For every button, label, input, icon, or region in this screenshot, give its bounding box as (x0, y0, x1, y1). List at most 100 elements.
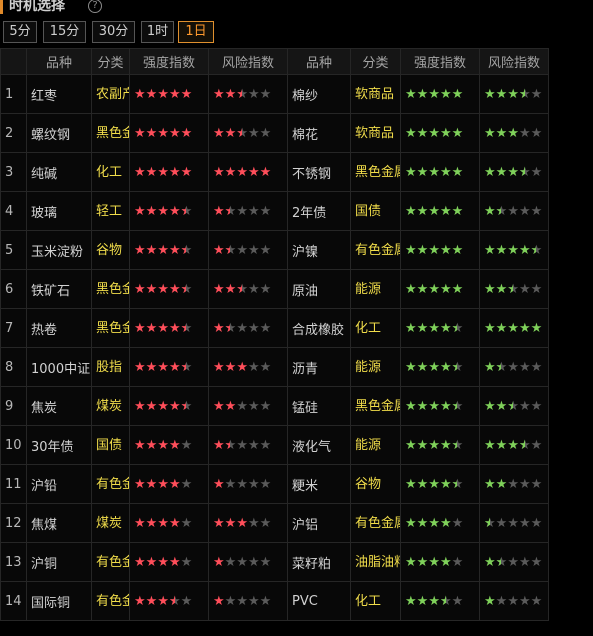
star-empty-icon: ★ (507, 515, 519, 531)
star-empty-icon: ★ (507, 593, 519, 609)
strength-rating: ★★★★★★ (129, 347, 209, 387)
risk-rating: ★★★★★★ (208, 113, 288, 153)
star-full-icon: ★ (168, 398, 181, 414)
star-full-icon: ★ (168, 125, 181, 141)
table-row[interactable]: 3纯碱化工★★★★★★★★★★不锈钢黑色金属★★★★★★★★★★★ (0, 152, 549, 192)
strength-rating: ★★★★★ (129, 425, 209, 465)
star-full-icon: ★ (428, 242, 440, 258)
strength-rating: ★★★★★★ (129, 308, 209, 348)
tab-1day[interactable]: 1日 (178, 21, 214, 43)
star-full-icon: ★ (213, 359, 225, 375)
table-row[interactable]: 6铁矿石黑色金属★★★★★★★★★★★★原油能源★★★★★★★★★★★ (0, 269, 549, 309)
help-icon[interactable]: ? (88, 0, 102, 13)
star-full-icon: ★ (495, 86, 508, 102)
star-empty-icon: ★ (247, 359, 260, 375)
star-empty-icon: ★ (247, 593, 260, 609)
star-full-icon: ★ (507, 86, 519, 102)
star-full-icon: ★ (416, 281, 429, 297)
col-category-left[interactable]: 分类 (91, 48, 130, 75)
star-full-icon: ★ (428, 86, 440, 102)
col-index (0, 48, 27, 75)
category-label: 油脂油料 (350, 542, 401, 582)
star-empty-icon: ★ (259, 398, 272, 414)
col-risk-left[interactable]: 风险指数 (208, 48, 288, 75)
star-full-icon: ★ (428, 554, 440, 570)
star-full-icon: ★ (157, 203, 169, 219)
star-empty-icon: ★ (451, 554, 464, 570)
star-full-icon: ★ (134, 398, 146, 414)
table-row[interactable]: 5玉米淀粉谷物★★★★★★★★★★★★沪镍有色金属★★★★★★★★★★★ (0, 230, 549, 270)
table-row[interactable]: 4玻璃轻工★★★★★★★★★★★★2年债国债★★★★★★★★★★★ (0, 191, 549, 231)
col-strength-right[interactable]: 强度指数 (400, 48, 480, 75)
row-index: 2 (0, 113, 27, 153)
category-label: 软商品 (350, 113, 401, 153)
risk-rating: ★★★★★★ (208, 74, 288, 114)
star-full-icon: ★ (416, 398, 429, 414)
star-half-icon: ★★ (180, 242, 193, 258)
star-empty-icon: ★ (518, 476, 531, 492)
category-label: 轻工 (91, 191, 130, 231)
star-empty-icon: ★ (495, 515, 508, 531)
strength-rating: ★★★★★★ (400, 464, 480, 504)
star-full-icon: ★ (213, 554, 225, 570)
tab-15min[interactable]: 15分 (43, 21, 86, 43)
col-variety-left[interactable]: 品种 (26, 48, 92, 75)
table-row[interactable]: 7热卷黑色金属★★★★★★★★★★★★合成橡胶化工★★★★★★★★★★★ (0, 308, 549, 348)
strength-rating: ★★★★★ (129, 74, 209, 114)
variety-name: 不锈钢 (287, 152, 351, 192)
category-label: 化工 (91, 152, 130, 192)
star-full-icon: ★ (224, 359, 237, 375)
col-strength-left[interactable]: 强度指数 (129, 48, 209, 75)
star-full-icon: ★ (145, 437, 158, 453)
star-full-icon: ★ (484, 242, 496, 258)
risk-rating: ★★★★★★ (479, 386, 549, 426)
star-full-icon: ★ (416, 125, 429, 141)
star-full-icon: ★ (157, 359, 169, 375)
strength-rating: ★★★★★★ (400, 425, 480, 465)
tab-5min[interactable]: 5分 (3, 21, 37, 43)
category-label: 黑色金属 (350, 386, 401, 426)
star-empty-icon: ★ (236, 398, 248, 414)
table-row[interactable]: 1红枣农副产品★★★★★★★★★★★棉纱软商品★★★★★★★★★★★ (0, 74, 549, 114)
star-full-icon: ★ (405, 164, 417, 180)
risk-rating: ★★★★★★ (208, 308, 288, 348)
table-row[interactable]: 14国际铜有色金属★★★★★★★★★★★PVC化工★★★★★★★★★★★ (0, 581, 549, 621)
star-full-icon: ★ (439, 125, 452, 141)
star-full-icon: ★ (157, 398, 169, 414)
star-half-icon: ★★ (507, 398, 519, 414)
star-half-icon: ★★ (236, 125, 248, 141)
col-variety-right[interactable]: 品种 (287, 48, 351, 75)
star-full-icon: ★ (416, 554, 429, 570)
col-risk-right[interactable]: 风险指数 (479, 48, 549, 75)
strength-rating: ★★★★★ (129, 152, 209, 192)
star-empty-icon: ★ (518, 515, 531, 531)
tab-1hour[interactable]: 1时 (141, 21, 174, 43)
table-row[interactable]: 81000中证股指★★★★★★★★★★★沥青能源★★★★★★★★★★★★ (0, 347, 549, 387)
strength-rating: ★★★★★ (129, 464, 209, 504)
star-full-icon: ★ (134, 320, 146, 336)
star-full-icon: ★ (157, 593, 169, 609)
star-full-icon: ★ (451, 164, 464, 180)
table-row[interactable]: 13沪铜有色金属★★★★★★★★★★菜籽粕油脂油料★★★★★★★★★★★ (0, 542, 549, 582)
star-full-icon: ★ (180, 164, 193, 180)
star-empty-icon: ★ (259, 125, 272, 141)
star-empty-icon: ★ (518, 554, 531, 570)
section-title: 时机选择 (9, 0, 65, 14)
table-row[interactable]: 2螺纹钢黑色金属★★★★★★★★★★★棉花软商品★★★★★★★★★★ (0, 113, 549, 153)
star-empty-icon: ★ (259, 281, 272, 297)
star-full-icon: ★ (213, 476, 225, 492)
star-full-icon: ★ (213, 593, 225, 609)
star-empty-icon: ★ (236, 203, 248, 219)
col-category-right[interactable]: 分类 (350, 48, 401, 75)
table-header-row: 品种 分类 强度指数 风险指数 品种 分类 强度指数 风险指数 (0, 48, 549, 75)
star-full-icon: ★ (428, 593, 440, 609)
table-row[interactable]: 1030年债国债★★★★★★★★★★★液化气能源★★★★★★★★★★★★ (0, 425, 549, 465)
table-row[interactable]: 9焦炭煤炭★★★★★★★★★★★锰硅黑色金属★★★★★★★★★★★★ (0, 386, 549, 426)
star-full-icon: ★ (416, 86, 429, 102)
star-full-icon: ★ (416, 515, 429, 531)
category-label: 黑色金属 (91, 269, 130, 309)
table-row[interactable]: 12焦煤煤炭★★★★★★★★★★沪铝有色金属★★★★★★★★★★★ (0, 503, 549, 543)
tab-30min[interactable]: 30分 (92, 21, 135, 43)
table-row[interactable]: 11沪铅有色金属★★★★★★★★★★粳米谷物★★★★★★★★★★★ (0, 464, 549, 504)
star-full-icon: ★ (157, 437, 169, 453)
